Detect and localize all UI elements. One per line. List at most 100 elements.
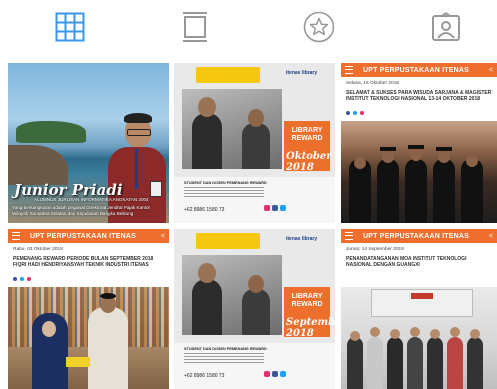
reward-month: Oktober 2018	[286, 151, 332, 173]
person-shape	[461, 159, 483, 223]
person-shape	[447, 337, 463, 389]
head-shape	[198, 97, 216, 117]
glasses-shape	[127, 129, 151, 136]
head-shape	[248, 275, 264, 293]
gift-shape	[66, 357, 90, 367]
reward-photo	[8, 287, 169, 389]
graduation-photo	[341, 121, 497, 223]
person-shape	[427, 337, 443, 389]
poster-photo	[182, 89, 282, 169]
person-shape	[467, 337, 483, 389]
person-shape	[347, 337, 363, 389]
post-grid: Junior Priadi ALUMNUS JURUSAN INFORMATIK…	[0, 58, 497, 389]
twitter-icon	[280, 205, 286, 211]
feed-icon	[183, 12, 207, 42]
post-thumbnail[interactable]: Junior Priadi ALUMNUS JURUSAN INFORMATIK…	[8, 63, 169, 223]
rock-shape	[8, 145, 68, 185]
head-shape	[42, 321, 56, 337]
head-shape	[438, 151, 450, 163]
tab-tagged[interactable]	[429, 10, 463, 44]
grid-icon	[55, 12, 85, 42]
star-icon	[303, 11, 335, 43]
id-badge-shape	[150, 181, 162, 197]
hair-shape	[100, 293, 116, 299]
graduation-cap-shape	[436, 147, 452, 151]
poster-photo	[182, 255, 282, 335]
reward-month: September 2018	[286, 317, 335, 339]
person-shape	[407, 337, 423, 389]
post-thumbnail[interactable]: UPT PERPUSTAKAAN ITENAS < Rabu, 03 Oktob…	[8, 229, 169, 389]
head-shape	[470, 329, 480, 339]
share-icon: <	[488, 66, 493, 74]
tab-grid[interactable]	[53, 10, 87, 44]
person-shape	[242, 289, 270, 335]
social-icons	[264, 205, 286, 211]
head-shape	[370, 327, 380, 337]
post-thumbnail[interactable]: itenas library LIBRARY REWARD September …	[174, 229, 335, 389]
person-shape	[192, 279, 222, 335]
news-date: Selasa, 16 Oktober 2018	[346, 81, 400, 86]
footer-title: STUDENT DAN DOSEN PEMENANG REWARD	[184, 347, 267, 351]
news-social-row	[346, 111, 364, 115]
post-thumbnail[interactable]: UPT PERPUSTAKAAN ITENAS < Selasa, 16 Okt…	[341, 63, 497, 223]
phone-number: +62 8986 1580 73	[184, 207, 225, 213]
reward-ribbon	[196, 67, 260, 83]
share-icon: <	[160, 232, 165, 240]
head-shape	[198, 263, 216, 283]
person-shape	[433, 159, 455, 223]
post-thumbnail[interactable]: UPT PERPUSTAKAAN ITENAS < Jumat, 14 Sept…	[341, 229, 497, 389]
photo-caption: Yang bersangkutan adalah pegawai Direkto…	[12, 205, 151, 216]
tab-saved[interactable]	[302, 10, 336, 44]
tagged-person-icon	[432, 12, 460, 41]
footer-title: STUDENT DAN DOSEN PEMENANG REWARD	[184, 181, 267, 185]
island-shape	[16, 121, 86, 143]
banner-logo-shape	[411, 293, 433, 299]
news-headline: PENANDATANGANAN MOA INSTITUT TEKNOLOGI N…	[346, 256, 467, 269]
news-headline: PEMENANG REWARD PERIODE BULAN SEPTEMBER …	[13, 256, 154, 269]
library-logo-text: itenas library	[286, 70, 318, 76]
person-shape	[405, 159, 427, 223]
head-shape	[466, 155, 478, 167]
phone-number: +62 8986 1580 73	[184, 373, 225, 379]
instagram-icon	[264, 205, 270, 211]
twitter-icon	[20, 277, 24, 281]
head-shape	[354, 157, 366, 169]
news-date: Jumat, 14 September 2018	[346, 247, 404, 252]
news-date: Rabu, 03 Oktober 2018	[13, 247, 63, 252]
social-icons	[264, 371, 286, 377]
person-shape	[367, 337, 383, 389]
hair-shape	[124, 113, 152, 123]
head-shape	[382, 151, 394, 163]
twitter-icon	[280, 371, 286, 377]
news-card: UPT PERPUSTAKAAN ITENAS < Selasa, 16 Okt…	[341, 63, 497, 223]
news-header: UPT PERPUSTAKAAN ITENAS <	[341, 229, 497, 243]
twitter-icon	[353, 111, 357, 115]
news-header-title: UPT PERPUSTAKAAN ITENAS	[30, 232, 136, 240]
head-shape	[390, 329, 400, 339]
signature-subtitle: ALUMNUS JURUSAN INFORMATIKA ANGKATAN 200…	[34, 197, 149, 202]
head-shape	[430, 329, 440, 339]
news-card: UPT PERPUSTAKAAN ITENAS < Rabu, 03 Oktob…	[8, 229, 169, 389]
head-shape	[248, 109, 264, 127]
footer-text-lines	[184, 353, 264, 365]
news-header-title: UPT PERPUSTAKAAN ITENAS	[363, 66, 469, 74]
library-reward-poster: itenas library LIBRARY REWARD Oktober 20…	[174, 63, 335, 223]
person-shape	[387, 337, 403, 389]
head-shape	[450, 327, 460, 337]
library-logo-text: itenas library	[286, 236, 318, 242]
menu-icon	[345, 232, 353, 240]
post-thumbnail[interactable]: itenas library LIBRARY REWARD Oktober 20…	[174, 63, 335, 223]
menu-icon	[12, 232, 20, 240]
tab-feed[interactable]	[178, 10, 212, 44]
menu-icon	[345, 66, 353, 74]
instagram-icon	[360, 111, 364, 115]
head-shape	[410, 327, 420, 337]
facebook-icon	[272, 371, 278, 377]
person-shape	[88, 307, 128, 389]
poster-footer: STUDENT DAN DOSEN PEMENANG REWARD +62 89…	[174, 177, 335, 223]
facebook-icon	[13, 277, 17, 281]
facebook-icon	[346, 111, 350, 115]
graduation-cap-shape	[380, 147, 396, 151]
footer-text-lines	[184, 187, 264, 199]
news-social-row	[13, 277, 31, 281]
